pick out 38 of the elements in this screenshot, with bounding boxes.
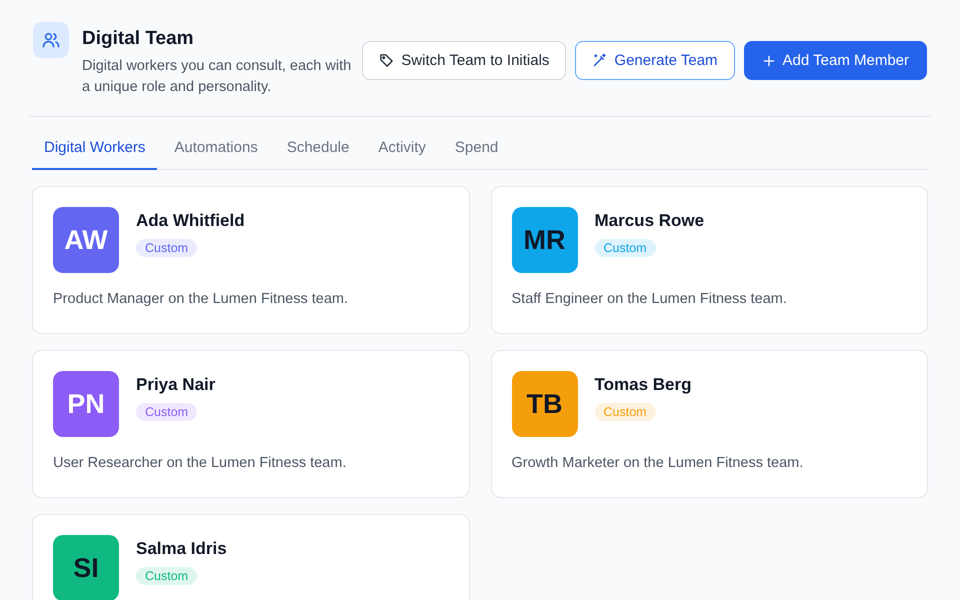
worker-tag: Custom [594, 403, 656, 421]
worker-description: Product Manager on the Lumen Fitness team. [53, 291, 349, 307]
initials-avatar: SI [53, 535, 119, 600]
tag-icon [379, 53, 394, 68]
worker-name: Priya Nair [136, 375, 216, 395]
worker-card[interactable]: SI Salma Idris Custom [32, 514, 470, 600]
worker-card[interactable]: TB Tomas Berg Custom Growth Marketer on the Lumen Fitness team. [490, 350, 928, 498]
worker-tag: Custom [136, 239, 198, 257]
worker-tag: Custom [136, 403, 198, 421]
tab[interactable]: Schedule [274, 135, 362, 170]
worker-card[interactable]: AW Ada Whitfield Custom Product Manager on the Lumen Fitness team. [32, 186, 470, 334]
add-member-button[interactable]: Add Team Member [744, 41, 927, 80]
worker-tag: Custom [136, 567, 198, 585]
generate-team-button[interactable]: Generate Team [575, 41, 735, 80]
tab[interactable]: Spend [442, 135, 510, 170]
initials-avatar: AW [53, 207, 119, 273]
page-title: Digital Team [82, 28, 195, 50]
initials-avatar: PN [53, 371, 119, 437]
magic-wand-icon [592, 53, 608, 68]
worker-tag: Custom [594, 239, 656, 257]
initials-avatar: TB [512, 371, 578, 437]
tab[interactable]: Digital Workers [32, 135, 158, 170]
plus-icon [762, 54, 776, 68]
tab[interactable]: Activity [366, 135, 438, 170]
switch-initials-button[interactable]: Switch Team to Initials [362, 41, 566, 80]
worker-name: Salma Idris [136, 539, 227, 559]
worker-name: Marcus Rowe [594, 211, 704, 231]
tab[interactable]: Automations [162, 135, 270, 170]
worker-name: Tomas Berg [594, 375, 692, 395]
worker-card[interactable]: PN Priya Nair Custom User Researcher on the Lumen Fitness team. [32, 350, 470, 498]
people-icon [33, 22, 69, 58]
worker-description: Staff Engineer on the Lumen Fitness team. [512, 291, 788, 307]
worker-card[interactable]: MR Marcus Rowe Custom Staff Engineer on the Lumen Fitness team. [490, 186, 928, 334]
worker-name: Ada Whitfield [136, 211, 245, 231]
page-subtitle: Digital workers you can consult, each with a unique role and personality. [82, 57, 352, 97]
worker-description: User Researcher on the Lumen Fitness team. [53, 455, 348, 471]
initials-avatar: MR [512, 207, 578, 273]
worker-description: Growth Marketer on the Lumen Fitness team. [512, 455, 804, 471]
